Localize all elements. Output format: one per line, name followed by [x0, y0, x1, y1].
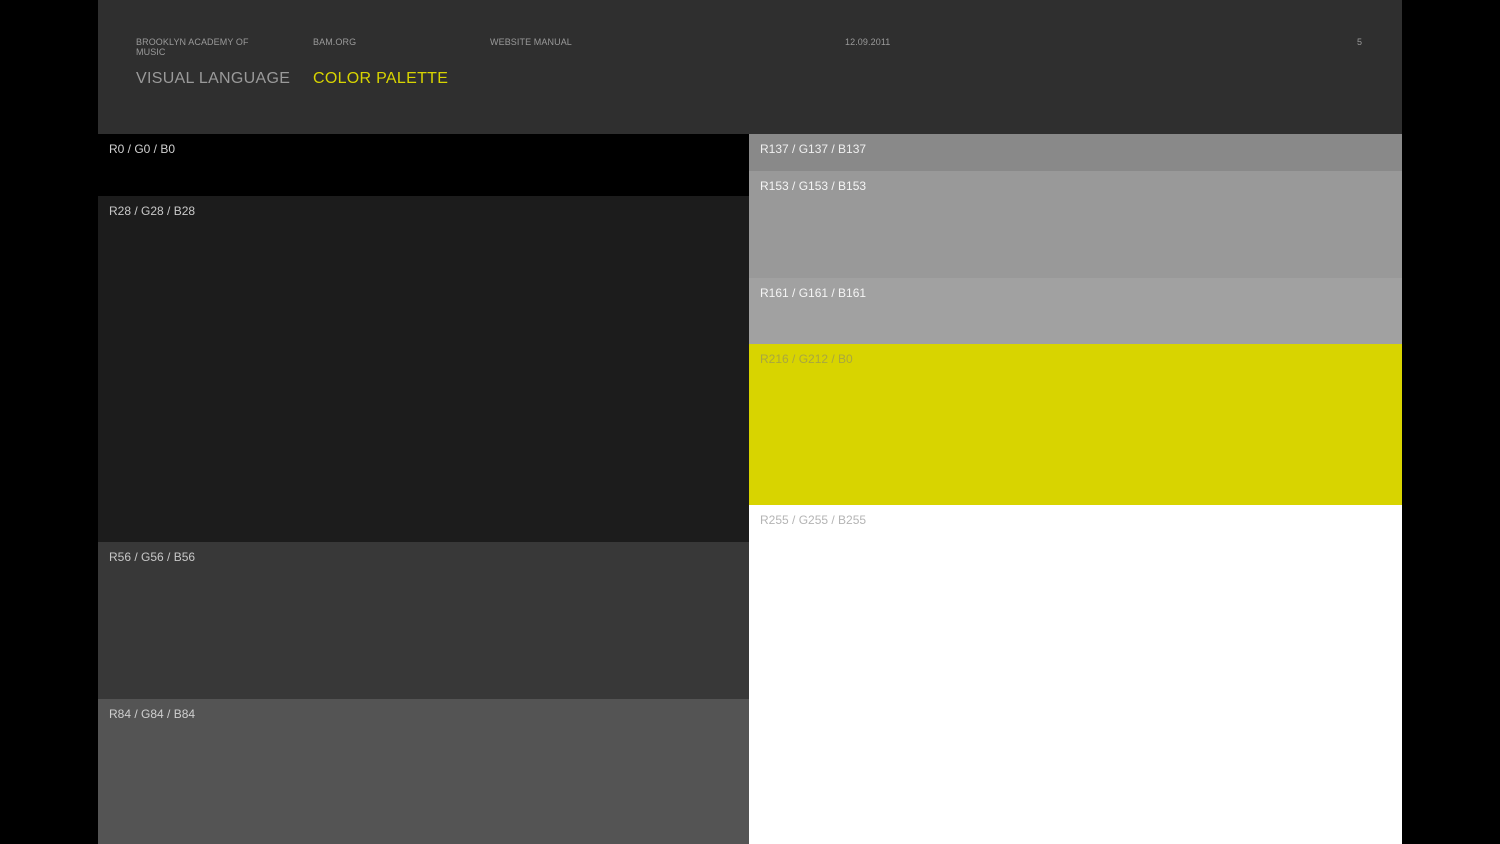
swatch-r153-g153-b153: R153 / G153 / B153 — [749, 171, 1402, 278]
document-name: WEBSITE MANUAL — [490, 37, 572, 47]
swatch-label: R137 / G137 / B137 — [760, 142, 867, 156]
section-title: VISUAL LANGUAGE — [136, 70, 291, 87]
manual-page: BROOKLYN ACADEMY OF MUSIC BAM.ORG WEBSIT… — [98, 0, 1402, 844]
swatch-label: R56 / G56 / B56 — [109, 550, 196, 564]
swatch-r255-g255-b255: R255 / G255 / B255 — [749, 505, 1402, 844]
document-date: 12.09.2011 — [845, 37, 891, 47]
page-header: BROOKLYN ACADEMY OF MUSIC BAM.ORG WEBSIT… — [98, 0, 1402, 134]
swatch-label: R84 / G84 / B84 — [109, 707, 196, 721]
organization-name: BROOKLYN ACADEMY OF MUSIC — [136, 37, 249, 57]
swatch-label: R0 / G0 / B0 — [109, 142, 176, 156]
swatch-r161-g161-b161: R161 / G161 / B161 — [749, 278, 1402, 344]
swatch-r216-g212-b0: R216 / G212 / B0 — [749, 344, 1402, 505]
swatch-label: R216 / G212 / B0 — [760, 352, 853, 366]
swatch-label: R28 / G28 / B28 — [109, 204, 196, 218]
swatch-r28-g28-b28: R28 / G28 / B28 — [98, 196, 749, 542]
swatch-r84-g84-b84: R84 / G84 / B84 — [98, 699, 749, 844]
swatch-r56-g56-b56: R56 / G56 / B56 — [98, 542, 749, 699]
swatch-label: R255 / G255 / B255 — [760, 513, 867, 527]
swatch-r0-g0-b0: R0 / G0 / B0 — [98, 134, 749, 196]
swatch-r137-g137-b137: R137 / G137 / B137 — [749, 134, 1402, 171]
site-name: BAM.ORG — [313, 37, 357, 47]
swatch-label: R153 / G153 / B153 — [760, 179, 867, 193]
page-number: 5 — [1357, 37, 1363, 47]
swatch-label: R161 / G161 / B161 — [760, 286, 867, 300]
subsection-title: COLOR PALETTE — [313, 70, 449, 87]
